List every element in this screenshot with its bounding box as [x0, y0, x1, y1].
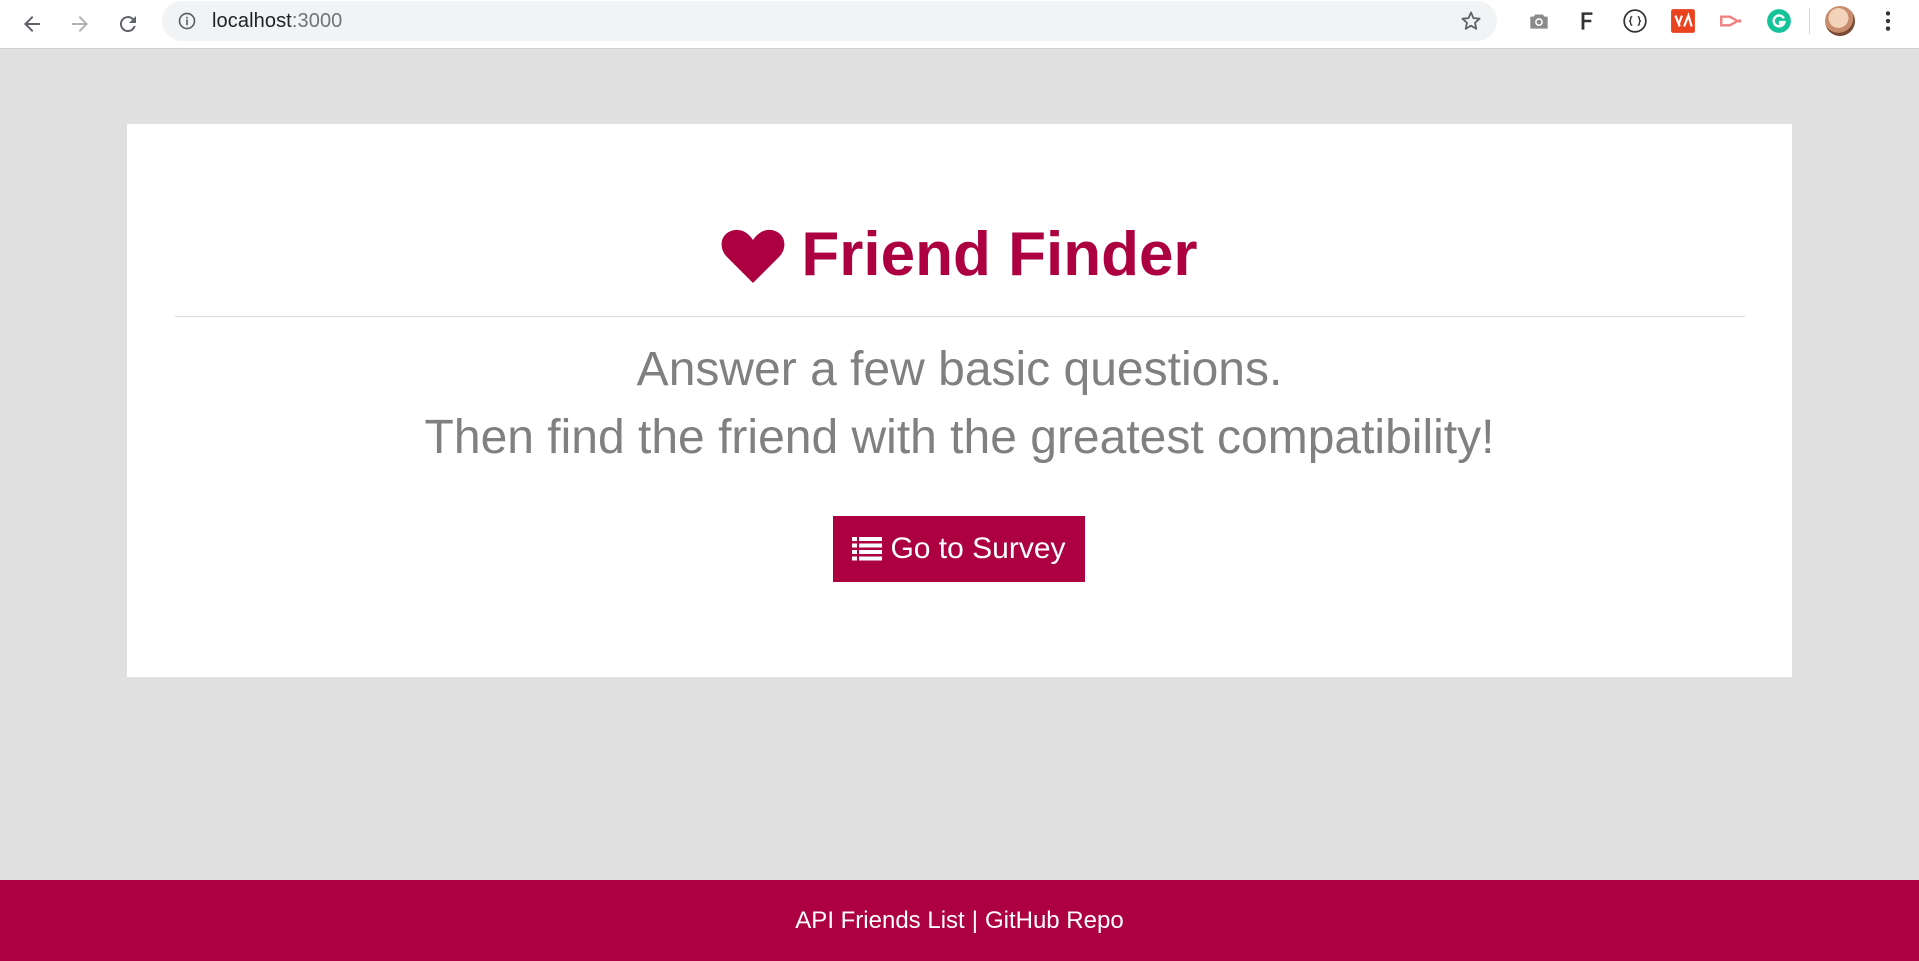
info-icon[interactable] — [176, 10, 198, 32]
header-divider — [175, 316, 1745, 317]
github-repo-link[interactable]: GitHub Repo — [985, 907, 1124, 935]
url-text: localhost:3000 — [212, 10, 342, 33]
menu-button[interactable] — [1864, 0, 1912, 42]
ublock-icon — [1671, 9, 1695, 33]
bookmark-star-icon[interactable] — [1459, 9, 1483, 33]
profile-button[interactable] — [1816, 0, 1864, 42]
page-title: Friend Finder — [801, 220, 1198, 289]
url-port: :3000 — [291, 9, 343, 32]
json-viewer-icon — [1623, 9, 1647, 33]
more-vertical-icon — [1885, 11, 1891, 31]
list-icon — [852, 537, 883, 561]
page-header: Friend Finder — [127, 224, 1792, 286]
arrow-right-icon — [72, 16, 88, 32]
extensions-bar — [1515, 0, 1912, 42]
footer: API Friends List | GitHub Repo — [0, 880, 1919, 961]
camera-icon — [1530, 14, 1548, 29]
survey-button-label: Go to Survey — [890, 532, 1066, 565]
browser-toolbar: localhost:3000 — [0, 0, 1919, 49]
extension-cast[interactable] — [1707, 0, 1755, 42]
extension-json-viewer[interactable] — [1611, 0, 1659, 42]
extension-f[interactable] — [1563, 0, 1611, 42]
jumbotron: Friend Finder Answer a few basic questio… — [127, 124, 1792, 677]
extension-grammarly[interactable] — [1755, 0, 1803, 42]
extension-camera[interactable] — [1515, 0, 1563, 42]
f-icon — [1581, 12, 1593, 30]
address-bar[interactable]: localhost:3000 — [162, 1, 1497, 41]
api-friends-list-link[interactable]: API Friends List — [795, 907, 964, 935]
go-to-survey-button[interactable]: Go to Survey — [833, 516, 1085, 582]
grammarly-icon — [1767, 9, 1791, 33]
cast-icon — [1720, 15, 1742, 27]
footer-separator: | — [971, 906, 978, 934]
avatar — [1825, 6, 1855, 36]
heart-icon — [722, 229, 785, 283]
url-host: localhost — [212, 9, 292, 32]
back-button[interactable] — [12, 4, 52, 44]
extension-ublock[interactable] — [1659, 0, 1707, 42]
reload-icon — [119, 16, 136, 33]
forward-button[interactable] — [60, 4, 100, 44]
toolbar-divider — [1809, 8, 1810, 34]
subtitle-line-2: Then find the friend with the greatest c… — [424, 411, 1495, 464]
reload-button[interactable] — [108, 4, 148, 44]
subtitle-line-1: Answer a few basic questions. — [636, 343, 1283, 396]
arrow-left-icon — [24, 16, 40, 32]
